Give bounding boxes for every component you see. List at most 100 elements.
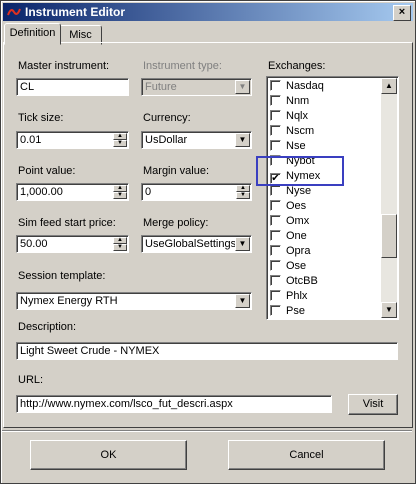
exchange-checkbox[interactable] bbox=[270, 185, 281, 196]
visit-button[interactable]: Visit bbox=[348, 394, 398, 415]
merge-policy-select[interactable]: UseGlobalSettings ▼ bbox=[141, 235, 252, 253]
scroll-down-icon[interactable]: ▼ bbox=[381, 302, 397, 318]
spin-down-icon[interactable]: ▼ bbox=[113, 140, 127, 147]
exchange-checkbox[interactable] bbox=[270, 110, 281, 121]
exchange-item-one[interactable]: One bbox=[270, 229, 307, 244]
exchange-checkbox[interactable] bbox=[270, 305, 281, 316]
ok-button[interactable]: OK bbox=[30, 440, 187, 470]
cancel-button[interactable]: Cancel bbox=[228, 440, 385, 470]
form-area: Master instrument: CL Instrument type: F… bbox=[0, 0, 416, 484]
exchange-item-nyse[interactable]: Nyse bbox=[270, 184, 311, 199]
exchange-checkbox[interactable] bbox=[270, 80, 281, 91]
exchange-checkbox[interactable] bbox=[270, 260, 281, 271]
description-input[interactable]: Light Sweet Crude - NYMEX bbox=[16, 342, 398, 360]
exchange-label: OtcBB bbox=[286, 275, 318, 287]
exchange-label: Nymex bbox=[286, 170, 321, 182]
exchange-checkbox[interactable] bbox=[270, 200, 281, 211]
footer-separator bbox=[2, 430, 412, 432]
spin-up-icon[interactable]: ▲ bbox=[113, 185, 127, 192]
exchange-label: Ose bbox=[286, 260, 307, 272]
spin-up-icon[interactable]: ▲ bbox=[113, 133, 127, 140]
point-value-spin[interactable]: ▲ ▼ bbox=[113, 185, 127, 199]
merge-policy-value: UseGlobalSettings bbox=[145, 238, 237, 250]
margin-value-spin[interactable]: ▲ ▼ bbox=[236, 185, 250, 199]
description-label: Description: bbox=[18, 321, 77, 333]
session-template-value: Nymex Energy RTH bbox=[20, 295, 118, 307]
scrollbar-thumb[interactable] bbox=[381, 214, 397, 258]
margin-value-label: Margin value: bbox=[143, 165, 210, 177]
exchange-label: Nasdaq bbox=[286, 80, 324, 92]
exchange-label: Nnm bbox=[286, 95, 310, 107]
exchange-item-nscm[interactable]: Nscm bbox=[270, 124, 314, 139]
exchange-checkbox[interactable] bbox=[270, 95, 281, 106]
url-input[interactable]: http://www.nymex.com/lsco_fut_descri.asp… bbox=[16, 395, 332, 413]
tick-size-label: Tick size: bbox=[18, 112, 64, 124]
exchange-item-nnm[interactable]: Nnm bbox=[270, 94, 309, 109]
exchange-label: One bbox=[286, 230, 307, 242]
instrument-type-label: Instrument type: bbox=[143, 60, 222, 72]
exchange-label: Pse bbox=[286, 305, 305, 317]
exchange-item-pse[interactable]: Pse bbox=[270, 304, 305, 319]
exchange-checkbox[interactable] bbox=[270, 290, 281, 301]
instrument-type-value: Future bbox=[145, 81, 177, 93]
margin-value-stepper[interactable]: 0 ▲ ▼ bbox=[141, 183, 252, 201]
exchange-item-phlx[interactable]: Phlx bbox=[270, 289, 307, 304]
exchange-label: Nscm bbox=[286, 125, 315, 137]
exchange-label: Nse bbox=[286, 140, 306, 152]
spin-up-icon[interactable]: ▲ bbox=[236, 185, 250, 192]
sim-feed-start-price-stepper[interactable]: 50.00 ▲ ▼ bbox=[16, 235, 129, 253]
scroll-up-icon[interactable]: ▲ bbox=[381, 78, 397, 94]
spin-down-icon[interactable]: ▼ bbox=[113, 192, 127, 199]
exchange-item-nse[interactable]: Nse bbox=[270, 139, 306, 154]
master-instrument-input[interactable]: CL bbox=[16, 78, 129, 96]
exchange-item-nqlx[interactable]: Nqlx bbox=[270, 109, 308, 124]
exchange-item-ose[interactable]: Ose bbox=[270, 259, 306, 274]
exchange-checkbox[interactable] bbox=[270, 140, 281, 151]
tick-size-value: 0.01 bbox=[20, 134, 42, 146]
currency-select[interactable]: UsDollar ▼ bbox=[141, 131, 252, 149]
spin-down-icon[interactable]: ▼ bbox=[113, 244, 127, 251]
exchange-checkbox[interactable] bbox=[270, 155, 281, 166]
point-value-stepper[interactable]: 1,000.00 ▲ ▼ bbox=[16, 183, 129, 201]
exchange-item-omx[interactable]: Omx bbox=[270, 214, 309, 229]
margin-value-value: 0 bbox=[145, 186, 152, 198]
exchange-label: Phlx bbox=[286, 290, 308, 302]
exchanges-label: Exchanges: bbox=[268, 60, 326, 72]
exchange-checkbox[interactable] bbox=[270, 275, 281, 286]
point-value-value: 1,000.00 bbox=[20, 186, 63, 198]
exchanges-scrollbar[interactable]: ▲ ▼ bbox=[381, 78, 397, 318]
exchange-label: Omx bbox=[286, 215, 310, 227]
exchange-checkbox[interactable] bbox=[270, 125, 281, 136]
exchange-item-oes[interactable]: Oes bbox=[270, 199, 306, 214]
exchange-item-nasdaq[interactable]: Nasdaq bbox=[270, 79, 324, 94]
merge-policy-label: Merge policy: bbox=[143, 217, 209, 229]
exchange-checkbox[interactable] bbox=[270, 230, 281, 241]
exchange-checkbox[interactable]: ✔ bbox=[270, 173, 281, 184]
exchange-checkbox[interactable] bbox=[270, 245, 281, 256]
spin-up-icon[interactable]: ▲ bbox=[113, 237, 127, 244]
session-template-select[interactable]: Nymex Energy RTH ▼ bbox=[16, 292, 252, 310]
exchange-label: Opra bbox=[286, 245, 311, 257]
sim-feed-start-price-label: Sim feed start price: bbox=[18, 217, 116, 229]
exchange-label: Nybot bbox=[286, 155, 315, 167]
instrument-type-select: Future ▼ bbox=[141, 78, 252, 96]
chevron-down-icon: ▼ bbox=[235, 80, 250, 94]
currency-value: UsDollar bbox=[145, 134, 188, 146]
exchange-label: Nyse bbox=[286, 185, 312, 197]
chevron-down-icon[interactable]: ▼ bbox=[235, 294, 250, 308]
exchange-label: Nqlx bbox=[286, 110, 309, 122]
spin-down-icon[interactable]: ▼ bbox=[236, 192, 250, 199]
exchanges-list[interactable]: Nasdaq Nnm Nqlx Nscm Nse Nybot ✔ Nymex Nyse Oes Om… bbox=[266, 76, 399, 320]
exchange-item-nymex[interactable]: ✔ Nymex bbox=[270, 169, 320, 184]
chevron-down-icon[interactable]: ▼ bbox=[235, 133, 250, 147]
exchange-item-opra[interactable]: Opra bbox=[270, 244, 310, 259]
exchange-checkbox[interactable] bbox=[270, 215, 281, 226]
tick-size-spin[interactable]: ▲ ▼ bbox=[113, 133, 127, 147]
sim-feed-spin[interactable]: ▲ ▼ bbox=[113, 237, 127, 251]
master-instrument-label: Master instrument: bbox=[18, 60, 110, 72]
exchange-item-otcbb[interactable]: OtcBB bbox=[270, 274, 318, 289]
point-value-label: Point value: bbox=[18, 165, 76, 177]
chevron-down-icon[interactable]: ▼ bbox=[235, 237, 250, 251]
tick-size-stepper[interactable]: 0.01 ▲ ▼ bbox=[16, 131, 129, 149]
exchange-item-nybot[interactable]: Nybot bbox=[270, 154, 315, 169]
